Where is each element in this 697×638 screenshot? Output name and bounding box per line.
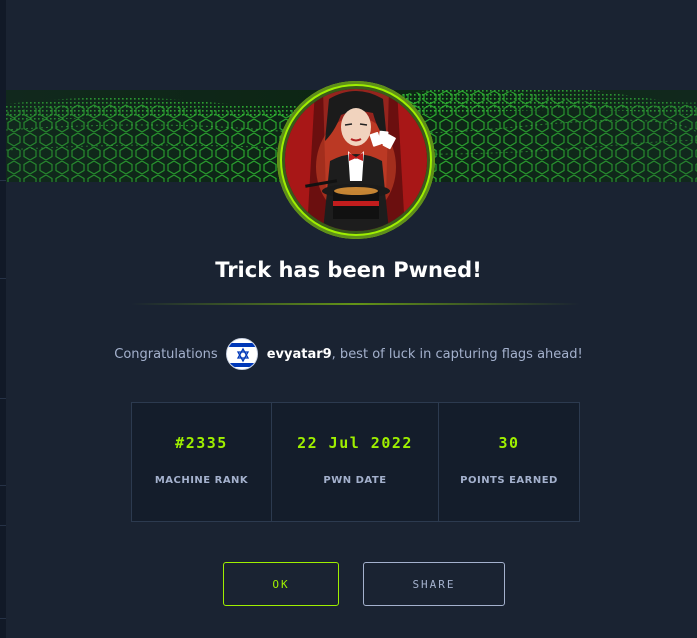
congrats-prefix: Congratulations <box>114 346 218 362</box>
congratulations-message: Congratulations evyatar9 , best of luck … <box>0 338 697 370</box>
machine-avatar <box>277 81 435 239</box>
pwn-date-label: PWN DATE <box>323 475 387 486</box>
share-button[interactable]: SHARE <box>363 562 505 606</box>
ok-button[interactable]: OK <box>223 562 339 606</box>
stat-pwn-date: 22 Jul 2022 PWN DATE <box>271 403 438 521</box>
machine-rank-value: #2335 <box>175 434 228 452</box>
points-earned-label: POINTS EARNED <box>460 475 558 486</box>
page-title: Trick has been Pwned! <box>215 258 482 282</box>
stat-points-earned: 30 POINTS EARNED <box>438 403 579 521</box>
magician-illustration <box>285 89 427 231</box>
pwn-date-value: 22 Jul 2022 <box>297 434 413 452</box>
stat-machine-rank: #2335 MACHINE RANK <box>132 403 271 521</box>
congrats-suffix: , best of luck in capturing flags ahead! <box>331 346 583 362</box>
pwned-modal <box>6 0 697 638</box>
points-earned-value: 30 <box>498 434 520 452</box>
israel-flag-icon <box>225 338 258 370</box>
title-divider <box>131 303 580 305</box>
username-link[interactable]: evyatar9 <box>267 347 332 362</box>
stats-panel: #2335 MACHINE RANK 22 Jul 2022 PWN DATE … <box>131 402 580 522</box>
machine-rank-label: MACHINE RANK <box>154 475 249 486</box>
